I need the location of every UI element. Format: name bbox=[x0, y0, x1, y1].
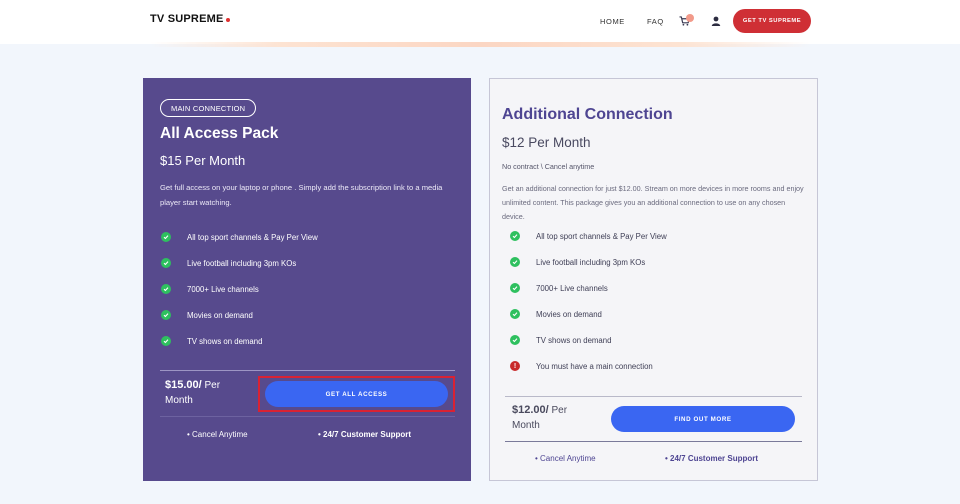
price-amount: $12.00/ bbox=[512, 404, 549, 416]
check-icon bbox=[510, 257, 520, 267]
plan-price-summary: $15.00/ Per Month bbox=[165, 378, 220, 408]
nav-faq-link[interactable]: FAQ bbox=[647, 17, 664, 26]
check-icon bbox=[161, 336, 171, 346]
feature-label: Live football including 3pm KOs bbox=[536, 257, 646, 267]
check-icon bbox=[510, 335, 520, 345]
plan-description: Get an additional connection for just $1… bbox=[502, 184, 804, 222]
check-icon bbox=[161, 258, 171, 268]
feature-label: TV shows on demand bbox=[536, 335, 612, 345]
plan-description: Get full access on your laptop or phone … bbox=[160, 183, 443, 207]
feature-item: All top sport channels & Pay Per View bbox=[161, 232, 318, 242]
site-logo[interactable]: TV SUPREME bbox=[150, 13, 230, 25]
feature-label: Live football including 3pm KOs bbox=[187, 258, 297, 268]
user-icon[interactable] bbox=[711, 16, 721, 26]
feature-label: All top sport channels & Pay Per View bbox=[187, 232, 318, 242]
plan-price-title: $15 Per Month bbox=[160, 153, 246, 168]
main-connection-tag: MAIN CONNECTION bbox=[160, 99, 257, 117]
feature-item: Live football including 3pm KOs bbox=[161, 258, 296, 268]
cancel-anytime-note: • Cancel Anytime bbox=[535, 454, 596, 463]
plan-price-summary: $12.00/ Per Month bbox=[512, 403, 567, 433]
main-connection-card: MAIN CONNECTION All Access Pack $15 Per … bbox=[143, 78, 471, 481]
divider bbox=[505, 396, 802, 397]
feature-item: Movies on demand bbox=[510, 309, 602, 319]
nav-home-link[interactable]: HOME bbox=[600, 17, 625, 26]
feature-label: 7000+ Live channels bbox=[187, 284, 259, 294]
warning-label: You must have a main connection bbox=[536, 361, 653, 371]
feature-item: Live football including 3pm KOs bbox=[510, 257, 645, 267]
price-amount: $15.00/ bbox=[165, 379, 202, 391]
check-icon bbox=[510, 231, 520, 241]
logo-dot bbox=[225, 18, 230, 22]
button-highlight-box bbox=[258, 376, 455, 412]
support-note: • 24/7 Customer Support bbox=[318, 430, 412, 439]
check-icon bbox=[161, 284, 171, 294]
feature-item: 7000+ Live channels bbox=[510, 283, 608, 293]
support-note: • 24/7 Customer Support bbox=[665, 454, 759, 463]
price-month: Month bbox=[165, 395, 193, 406]
find-out-more-button[interactable]: FIND OUT MORE bbox=[611, 406, 795, 432]
feature-label: All top sport channels & Pay Per View bbox=[536, 231, 667, 241]
cart-count-badge bbox=[686, 14, 694, 22]
price-per: Per bbox=[551, 405, 568, 416]
divider bbox=[160, 416, 455, 417]
check-icon bbox=[161, 310, 171, 320]
divider bbox=[160, 370, 455, 371]
feature-label: 7000+ Live channels bbox=[536, 283, 608, 293]
warning-icon: ! bbox=[510, 361, 520, 371]
feature-item: TV shows on demand bbox=[510, 335, 611, 345]
feature-item: All top sport channels & Pay Per View bbox=[510, 231, 667, 241]
logo-text[interactable]: TV SUPREME bbox=[150, 13, 224, 25]
feature-label: TV shows on demand bbox=[187, 336, 263, 346]
contract-note: No contract \ Cancel anytime bbox=[502, 162, 595, 171]
plan-price-title: $12 Per Month bbox=[502, 135, 591, 150]
feature-item: TV shows on demand bbox=[161, 336, 262, 346]
price-month: Month bbox=[512, 420, 540, 431]
get-tv-supreme-button[interactable]: GET TV SUPREME bbox=[733, 9, 811, 33]
price-per: Per bbox=[204, 380, 221, 391]
feature-item: Movies on demand bbox=[161, 310, 253, 320]
additional-connection-card: Additional Connection $12 Per Month No c… bbox=[489, 78, 818, 481]
divider bbox=[505, 441, 802, 442]
header-accent-glow bbox=[150, 42, 810, 47]
site-header: TV SUPREME HOME FAQ GET TV SUPREME bbox=[0, 0, 960, 44]
check-icon bbox=[161, 232, 171, 242]
plan-title: All Access Pack bbox=[160, 125, 279, 142]
feature-label: Movies on demand bbox=[536, 309, 602, 319]
warning-item: ! You must have a main connection bbox=[510, 361, 653, 371]
check-icon bbox=[510, 283, 520, 293]
cancel-anytime-note: • Cancel Anytime bbox=[187, 430, 248, 439]
check-icon bbox=[510, 309, 520, 319]
feature-item: 7000+ Live channels bbox=[161, 284, 259, 294]
plan-title: Additional Connection bbox=[502, 106, 673, 123]
feature-label: Movies on demand bbox=[187, 310, 253, 320]
